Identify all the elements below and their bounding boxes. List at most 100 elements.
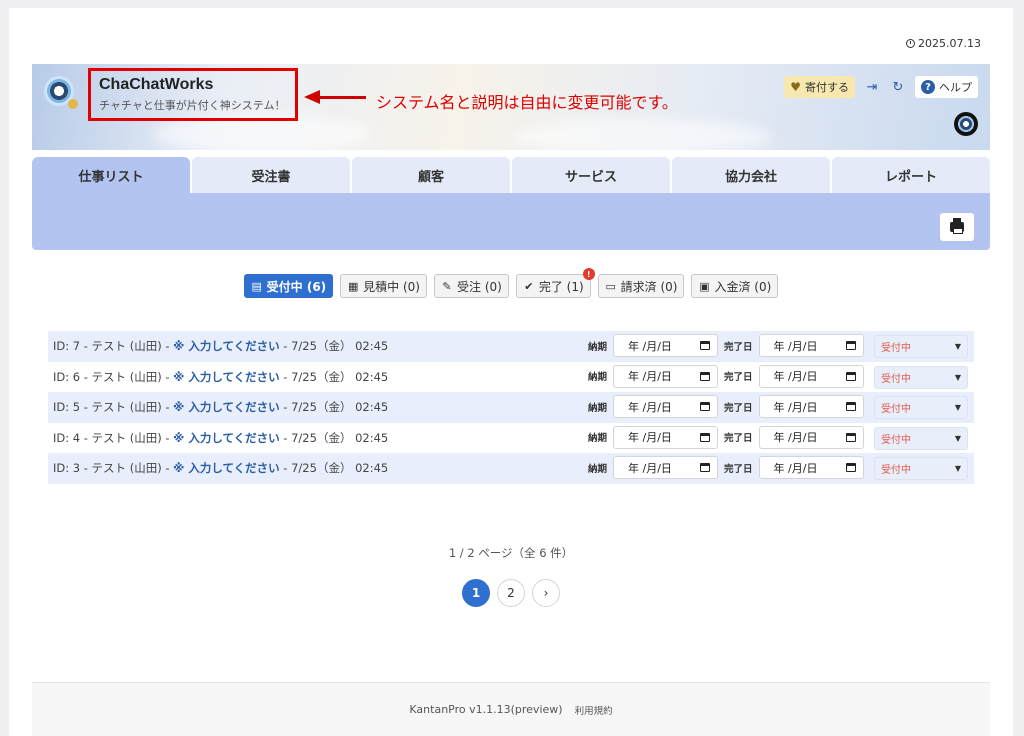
next-page-button[interactable]: › xyxy=(532,579,560,607)
logout-icon[interactable]: ⇥ xyxy=(863,80,881,95)
calendar-icon[interactable] xyxy=(845,432,856,442)
chevron-down-icon: ▼ xyxy=(954,433,961,443)
job-placeholder-link[interactable]: ※ 入力してください xyxy=(173,370,280,384)
job-suffix: - 7/25（金） 02:45 xyxy=(279,461,389,476)
tab-customers[interactable]: 顧客 xyxy=(352,157,510,193)
date-fields: 納期 年 /月/日 完了日 年 /月/日 xyxy=(588,364,864,388)
page-button-2[interactable]: 2 xyxy=(497,579,525,607)
tab-job-list[interactable]: 仕事リスト xyxy=(32,157,190,193)
calendar-icon[interactable] xyxy=(700,341,711,350)
date-fields: 納期 年 /月/日 完了日 年 /月/日 xyxy=(588,395,864,418)
job-list: ID: 7 - テスト (山田) - ※ 入力してください - 7/25（金） … xyxy=(48,331,974,484)
completion-date-input[interactable]: 年 /月/日 xyxy=(758,456,864,479)
job-prefix: ID: 5 - テスト (山田) - xyxy=(53,400,174,415)
job-placeholder-link[interactable]: ※ 入力してください xyxy=(173,461,280,475)
filter-completed[interactable]: ✔ 完了 (1) ! xyxy=(515,268,595,298)
completion-date-input[interactable]: 年 /月/日 xyxy=(758,425,864,449)
calculator-icon: ▦ xyxy=(347,279,359,293)
table-row: ID: 7 - テスト (山田) - ※ 入力してください - 7/25（金） … xyxy=(48,331,974,362)
filter-estimating[interactable]: ▦ 見積中 (0) xyxy=(340,274,427,298)
header-banner: ChaChatWorks チャチャと仕事が片付く神システム！ システム名と説明は… xyxy=(32,64,990,150)
date-placeholder: 年 /月/日 xyxy=(773,461,818,475)
tab-order-form[interactable]: 受注書 xyxy=(192,157,350,193)
status-value: 受付中 xyxy=(881,373,911,385)
completion-date-input[interactable]: 年 /月/日 xyxy=(758,334,864,357)
due-date-input[interactable]: 年 /月/日 xyxy=(613,456,719,479)
date-text: 2025.07.13 xyxy=(918,37,981,50)
cloud-decoration xyxy=(512,119,772,150)
calendar-icon[interactable] xyxy=(845,463,856,472)
due-label: 納期 xyxy=(588,372,608,383)
job-prefix: ID: 7 - テスト (山田) - xyxy=(53,339,174,354)
status-select[interactable]: 受付中 ▼ xyxy=(874,457,968,480)
calendar-icon[interactable] xyxy=(845,371,856,381)
filter-label: 請求済 (0) xyxy=(620,279,678,294)
job-prefix: ID: 4 - テスト (山田) - xyxy=(53,430,174,445)
job-suffix: - 7/25（金） 02:45 xyxy=(279,400,389,415)
date-placeholder: 年 /月/日 xyxy=(773,370,818,383)
chevron-down-icon: ▼ xyxy=(954,342,961,351)
app-name[interactable]: ChaChatWorks xyxy=(99,76,287,94)
annotation-arrow-icon xyxy=(304,90,366,104)
due-date-input[interactable]: 年 /月/日 xyxy=(613,425,719,449)
completion-label: 完了日 xyxy=(724,372,753,383)
filter-ordered[interactable]: ✎ 受注 (0) xyxy=(434,274,509,298)
filter-paid[interactable]: ▣ 入金済 (0) xyxy=(691,274,779,298)
completion-label: 完了日 xyxy=(724,341,753,353)
filter-received[interactable]: ▤ 受付中 (6) xyxy=(243,274,334,298)
wrench-icon: ✎ xyxy=(442,279,452,293)
heart-icon: ♥ xyxy=(790,80,801,94)
date-placeholder: 年 /月/日 xyxy=(628,339,672,353)
due-date-input[interactable]: 年 /月/日 xyxy=(613,395,719,418)
calendar-icon[interactable] xyxy=(700,463,711,472)
app-description: チャチャと仕事が片付く神システム！ xyxy=(99,99,286,112)
help-button[interactable]: ? ヘルプ xyxy=(915,76,978,98)
filter-label: 入金済 (0) xyxy=(714,279,772,294)
tab-partners[interactable]: 協力会社 xyxy=(672,157,830,193)
donate-button[interactable]: ♥ 寄付する xyxy=(784,76,855,98)
job-placeholder-link[interactable]: ※ 入力してください xyxy=(173,400,280,414)
page-button-1[interactable]: 1 xyxy=(462,579,490,607)
filter-invoiced[interactable]: ▭ 請求済 (0) xyxy=(597,274,685,298)
status-select[interactable]: 受付中 ▼ xyxy=(874,426,968,450)
printer-icon xyxy=(950,218,964,234)
job-placeholder-link[interactable]: ※ 入力してください xyxy=(173,339,280,353)
chevron-down-icon: ▼ xyxy=(954,372,961,382)
due-label: 納期 xyxy=(588,463,608,475)
avatar[interactable] xyxy=(954,112,978,136)
table-row: ID: 6 - テスト (山田) - ※ 入力してください - 7/25（金） … xyxy=(48,362,974,393)
filter-label: 完了 (1) xyxy=(538,279,584,294)
job-suffix: - 7/25（金） 02:45 xyxy=(279,339,389,354)
filter-label: 見積中 (0) xyxy=(363,279,420,294)
job-prefix: ID: 3 - テスト (山田) - xyxy=(53,461,174,476)
status-select[interactable]: 受付中 ▼ xyxy=(874,396,968,419)
due-date-input[interactable]: 年 /月/日 xyxy=(613,364,719,388)
completion-label: 完了日 xyxy=(724,433,753,444)
refresh-icon[interactable]: ↻ xyxy=(889,80,907,95)
logo-icon[interactable] xyxy=(44,76,78,109)
status-select[interactable]: 受付中 ▼ xyxy=(874,335,968,358)
status-select[interactable]: 受付中 ▼ xyxy=(874,365,968,389)
completion-date-input[interactable]: 年 /月/日 xyxy=(758,395,864,418)
main-tabs: 仕事リスト 受注書 顧客 サービス 協力会社 レポート xyxy=(32,157,990,193)
notification-badge: ! xyxy=(582,268,595,280)
site-title-box: ChaChatWorks チャチャと仕事が片付く神システム！ xyxy=(88,68,298,121)
print-button[interactable] xyxy=(940,213,974,241)
job-placeholder-link[interactable]: ※ 入力してください xyxy=(173,431,280,445)
calendar-icon[interactable] xyxy=(845,402,856,411)
due-label: 納期 xyxy=(588,402,608,414)
terms-link[interactable]: 利用規約 xyxy=(575,703,613,717)
tab-reports[interactable]: レポート xyxy=(832,157,990,193)
calendar-icon[interactable] xyxy=(700,432,711,442)
due-date-input[interactable]: 年 /月/日 xyxy=(613,334,719,357)
job-prefix: ID: 6 - テスト (山田) - xyxy=(53,369,174,384)
calendar-icon[interactable] xyxy=(700,402,711,411)
chevron-down-icon: ▼ xyxy=(954,464,961,473)
completion-label: 完了日 xyxy=(724,463,753,475)
calendar-icon[interactable] xyxy=(845,341,856,350)
clock-icon xyxy=(906,39,916,48)
completion-date-input[interactable]: 年 /月/日 xyxy=(758,364,864,388)
page: 2025.07.13 ChaChatWorks チャチャと仕事が片付く神システム… xyxy=(9,8,1013,736)
calendar-icon[interactable] xyxy=(700,371,711,381)
tab-services[interactable]: サービス xyxy=(512,157,670,193)
